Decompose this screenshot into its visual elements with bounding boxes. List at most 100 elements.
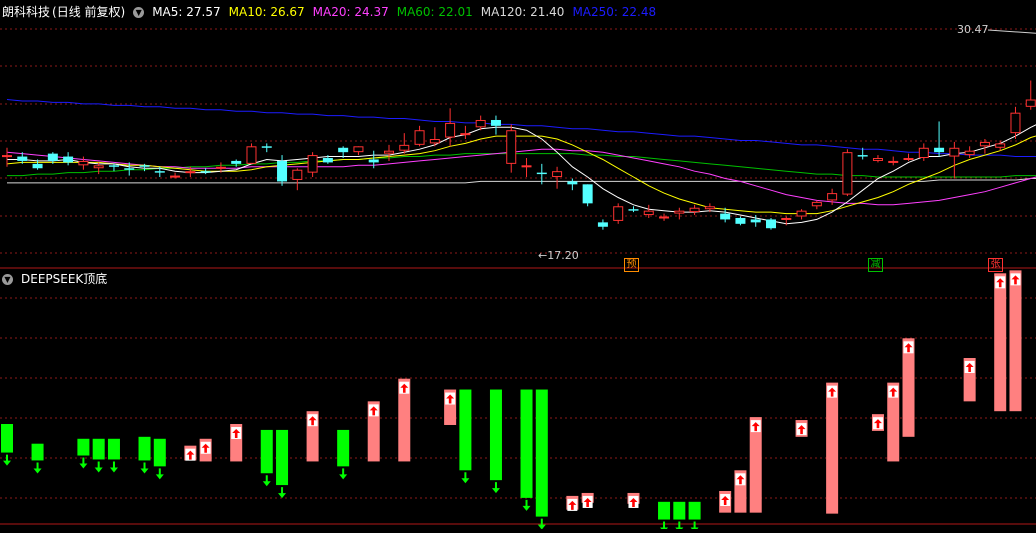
candle-body (446, 123, 455, 137)
low-price-label: ←17.20 (538, 249, 579, 262)
down-arrow-icon (660, 522, 668, 529)
candle-body (63, 157, 73, 163)
indicator-bar (490, 390, 502, 481)
candle-body (553, 172, 562, 177)
candle-body (216, 167, 225, 168)
indicator-bar (521, 390, 533, 498)
candles (3, 30, 1036, 230)
down-arrow-icon (79, 458, 87, 469)
down-arrow-icon (461, 472, 469, 483)
candle-body (33, 164, 43, 168)
candle-body (400, 145, 409, 150)
candle-body (965, 151, 974, 154)
candle-body (843, 153, 852, 194)
chevron-down-icon[interactable]: ▼ (133, 7, 144, 18)
marker-zhang[interactable]: 张 (988, 258, 1003, 272)
price-header: 朗科科技 (日线 前复权) ▼ MA5: 27.57MA10: 26.67MA2… (2, 4, 664, 20)
candle-body (1011, 113, 1020, 132)
down-arrow-icon (278, 487, 286, 498)
candle-body (262, 146, 272, 147)
candle-body (980, 142, 989, 145)
indicator-header: ▼ DEEPSEEK顶底 (2, 271, 115, 287)
candle-body (797, 211, 806, 216)
indicator-bar (108, 439, 120, 460)
down-arrow-icon (263, 475, 271, 486)
candle-body (385, 151, 394, 153)
down-arrow-icon (523, 500, 531, 511)
down-arrow-icon (3, 455, 11, 466)
candle-body (996, 144, 1005, 147)
indicator-bar (337, 430, 349, 466)
candle-body (644, 211, 653, 214)
candle-body (354, 147, 363, 152)
down-arrow-icon (339, 468, 347, 479)
candle-body (782, 218, 791, 219)
candle-body (735, 218, 745, 224)
candle-body (247, 147, 256, 164)
candle-body (934, 148, 944, 152)
candle-body (461, 134, 470, 135)
high-annotation-arrow (988, 30, 1036, 42)
ma-legend-item: MA5: 27.57 (152, 4, 220, 20)
indicator-bar (276, 430, 288, 485)
period-label: (日线 前复权) (52, 4, 125, 20)
candle-body (628, 209, 638, 210)
down-arrow-icon (95, 461, 103, 472)
candle-body (3, 156, 12, 157)
down-arrow-icon (141, 462, 149, 473)
indicator-bar (689, 502, 701, 520)
ma-legend-item: MA20: 24.37 (313, 4, 389, 20)
candle-body (48, 154, 58, 161)
candle-body (766, 219, 776, 228)
ma-legend-item: MA250: 22.48 (572, 4, 656, 20)
candle-body (430, 140, 439, 143)
indicator-bar (658, 502, 670, 520)
candle-body (904, 159, 913, 160)
high-price-label: 30.47 (957, 23, 989, 36)
candle-body (124, 168, 134, 169)
candle-body (79, 161, 88, 164)
ma20-line (7, 131, 1036, 205)
candle-body (308, 156, 317, 173)
candle-body (201, 171, 211, 172)
candle-body (614, 207, 623, 221)
candle-body (94, 166, 103, 168)
price-gridlines (0, 29, 1036, 268)
candle-body (812, 202, 821, 205)
candle-body (828, 194, 837, 200)
ma10-line (7, 97, 1036, 214)
down-arrow-icon (110, 461, 118, 472)
indicator-bar (1009, 270, 1021, 411)
indicator-bar (154, 439, 166, 467)
chevron-down-icon[interactable]: ▼ (2, 274, 13, 285)
candle-body (675, 211, 684, 213)
indicator-gridlines (0, 298, 1036, 524)
candle-body (720, 214, 730, 220)
down-arrow-icon (156, 468, 164, 479)
candle-body (338, 148, 348, 152)
chart-stage[interactable]: 朗科科技 (日线 前复权) ▼ MA5: 27.57MA10: 26.67MA2… (0, 0, 1036, 529)
candle-body (17, 157, 27, 161)
candle-body (323, 158, 333, 162)
candle-body (186, 172, 195, 173)
indicator-bar (994, 273, 1006, 411)
indicator-bar (77, 439, 89, 456)
down-arrow-icon (675, 522, 683, 529)
candle-body (889, 161, 898, 162)
indicator-bar (673, 502, 685, 520)
candle-body (109, 165, 119, 166)
ma-legend: MA5: 27.57MA10: 26.67MA20: 24.37MA60: 22… (152, 4, 664, 20)
candle-body (293, 170, 302, 179)
candle-body (537, 173, 547, 174)
candle-body (583, 184, 593, 203)
candle-body (231, 161, 241, 164)
indicator-bar (459, 390, 471, 471)
candle-body (919, 148, 928, 157)
candle-body (476, 120, 485, 126)
indicator-bar (536, 390, 548, 517)
indicator-bar (261, 430, 273, 473)
marker-yu[interactable]: 预 (624, 258, 639, 272)
indicator-bar (32, 444, 44, 461)
marker-jian[interactable]: 减 (868, 258, 883, 272)
candle-body (950, 148, 959, 156)
